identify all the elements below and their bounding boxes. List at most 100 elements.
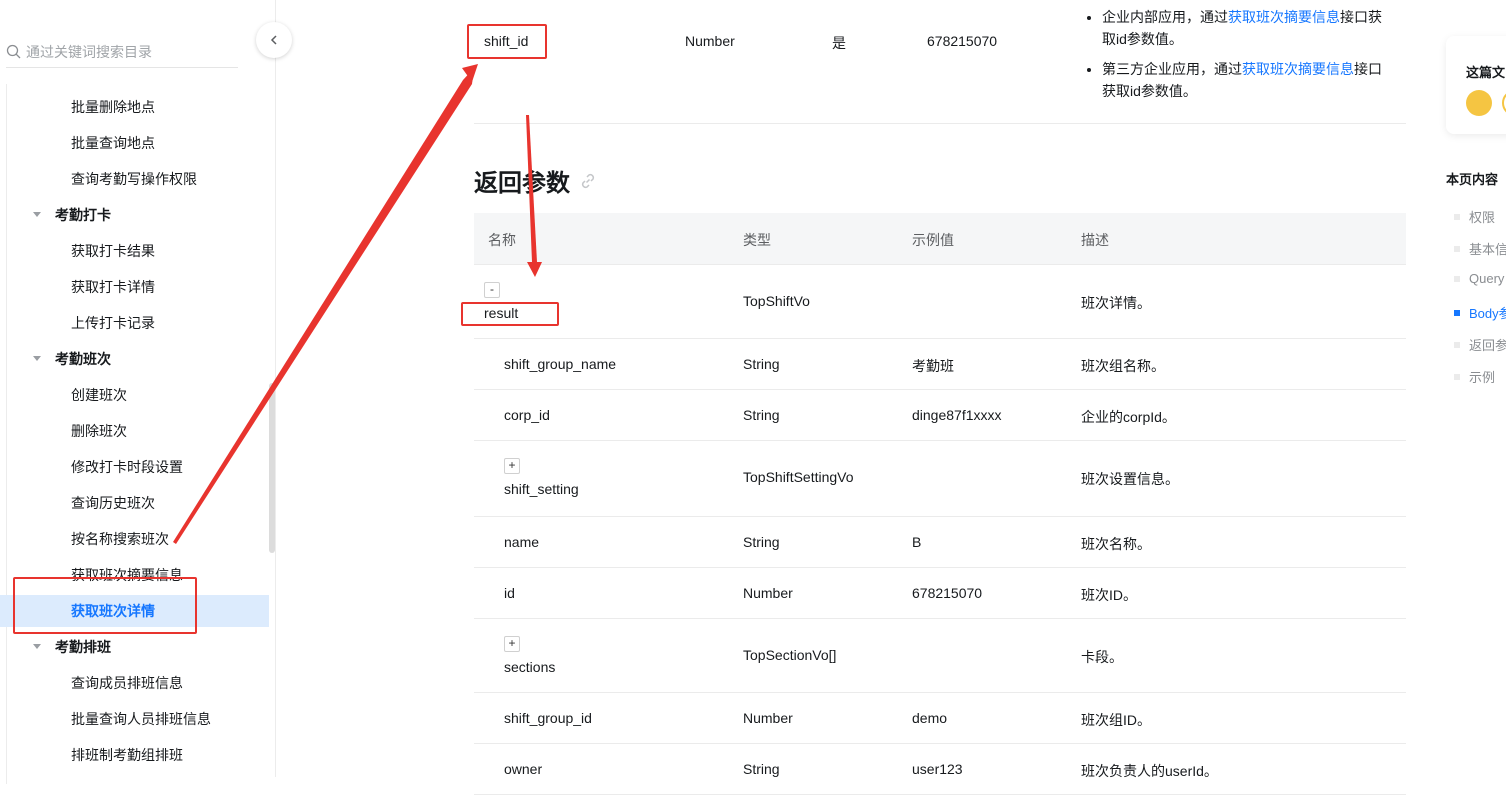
table-row: id Number 678215070 班次ID。 (474, 568, 1406, 619)
param-name: shift_id (484, 33, 529, 49)
param-name: corp_id (504, 407, 550, 423)
link-icon[interactable] (578, 171, 598, 191)
table-row: + sections TopSectionVo[] 卡段。 (474, 619, 1406, 693)
param-type: String (743, 534, 780, 550)
table-row: owner String user123 班次负责人的userId。 (474, 744, 1406, 795)
search-input[interactable] (26, 43, 226, 60)
collapse-sidebar-button[interactable] (256, 22, 292, 58)
sidebar-item[interactable]: 获取班次摘要信息 (0, 559, 269, 591)
sidebar-scrollbar[interactable] (269, 383, 275, 553)
table-row: name String B 班次名称。 (474, 517, 1406, 568)
sidebar-item[interactable]: 批量查询人员排班信息 (0, 703, 269, 735)
sidebar-item-label: 查询历史班次 (71, 495, 155, 511)
shift-summary-link[interactable]: 获取班次摘要信息 (1242, 61, 1354, 77)
param-description: 班次详情。 (1081, 295, 1151, 311)
sidebar-item[interactable]: 查询考勤写操作权限 (0, 163, 269, 195)
sidebar-item-label: 考勤排班 (55, 639, 111, 655)
param-description: 班次ID。 (1081, 587, 1137, 603)
sidebar-item-label: 获取打卡结果 (71, 243, 155, 259)
caret-down-icon[interactable] (33, 356, 41, 361)
toc-item-label: Query (1469, 271, 1505, 286)
param-example: demo (912, 710, 948, 726)
param-name: shift_group_name (504, 356, 617, 372)
param-type: String (743, 761, 780, 777)
toc-item-label: 示例 (1469, 370, 1496, 385)
sidebar-item[interactable]: 查询成员排班信息 (0, 667, 269, 699)
caret-down-icon[interactable] (33, 212, 41, 217)
toc-item[interactable]: 基本信 (1454, 239, 1506, 258)
sidebar-item[interactable]: 排班制考勤组排班 (0, 739, 269, 771)
param-name: shift_setting (504, 481, 579, 497)
sidebar-item[interactable]: 批量查询地点 (0, 127, 269, 159)
param-name: sections (504, 659, 556, 675)
sidebar-item[interactable]: 修改打卡时段设置 (0, 451, 269, 483)
toc-item[interactable]: 权限 (1454, 207, 1495, 226)
param-description: 班次设置信息。 (1081, 471, 1179, 487)
expand-toggle[interactable]: + (504, 458, 520, 474)
param-name: shift_group_id (504, 710, 592, 726)
feedback-title: 这篇文 (1466, 65, 1506, 80)
param-description: 班次负责人的userId。 (1081, 763, 1218, 779)
sidebar-item[interactable]: 删除班次 (0, 415, 269, 447)
toc-marker-icon (1454, 341, 1460, 348)
toc-marker-icon (1454, 275, 1460, 282)
table-row: shift_group_id Number demo 班次组ID。 (474, 693, 1406, 744)
param-type: Number (743, 585, 793, 601)
smile-emoji-icon[interactable] (1502, 90, 1506, 116)
table-row: + shift_setting TopShiftSettingVo 班次设置信息。 (474, 441, 1406, 517)
frown-emoji-icon[interactable] (1466, 90, 1492, 116)
request-param-row: shift_id Number 是 678215070 企业内部应用，通过获取班… (474, 0, 1406, 124)
sidebar-item[interactable]: 获取班次详情 (0, 595, 269, 627)
param-description: 班次组名称。 (1081, 358, 1165, 374)
search-box[interactable] (6, 36, 238, 68)
sidebar-item[interactable]: 按名称搜索班次 (0, 523, 269, 555)
param-example: dinge87f1xxxx (912, 407, 1002, 423)
toc-marker-icon (1454, 245, 1460, 252)
param-description: 企业内部应用，通过获取班次摘要信息接口获取id参数值。 第三方企业应用，通过获取… (1084, 6, 1394, 110)
toc-item[interactable]: Body参 (1454, 303, 1506, 322)
sidebar-item-label: 考勤班次 (55, 351, 111, 367)
toc-item-label: Body参 (1469, 306, 1506, 321)
sidebar-item-label: 考勤打卡 (55, 207, 111, 223)
sidebar-item-label: 查询成员排班信息 (71, 675, 183, 691)
sidebar-item-label: 查询考勤写操作权限 (71, 171, 197, 187)
sidebar: 批量删除地点批量查询地点查询考勤写操作权限考勤打卡获取打卡结果获取打卡详情上传打… (0, 0, 276, 784)
caret-down-icon[interactable] (33, 644, 41, 649)
table-row: shift_group_name String 考勤班 班次组名称。 (474, 339, 1406, 390)
desc-item: 第三方企业应用，通过获取班次摘要信息接口获取id参数值。 (1102, 58, 1394, 102)
col-example-header: 示例值 (912, 232, 954, 248)
param-description: 班次名称。 (1081, 536, 1151, 552)
return-params-heading: 返回参数 (474, 163, 598, 198)
sidebar-item[interactable]: 批量删除地点 (0, 91, 269, 123)
param-type: String (743, 407, 780, 423)
sidebar-group[interactable]: 考勤打卡 (0, 199, 269, 231)
toc-item[interactable]: Query (1454, 271, 1504, 286)
param-type: TopSectionVo[] (743, 647, 837, 663)
sidebar-item[interactable]: 创建班次 (0, 379, 269, 411)
param-description: 班次组ID。 (1081, 712, 1151, 728)
param-name: owner (504, 761, 543, 777)
param-type: Number (685, 33, 735, 49)
desc-text: 第三方企业应用，通过 (1102, 61, 1242, 77)
collapse-toggle[interactable]: - (484, 282, 500, 298)
param-name: id (504, 585, 515, 601)
sidebar-item[interactable]: 上传打卡记录 (0, 307, 269, 339)
table-row: corp_id String dinge87f1xxxx 企业的corpId。 (474, 390, 1406, 441)
sidebar-item[interactable]: 获取打卡详情 (0, 271, 269, 303)
expand-toggle[interactable]: + (504, 636, 520, 652)
sidebar-item[interactable]: 获取打卡结果 (0, 235, 269, 267)
sidebar-group[interactable]: 考勤班次 (0, 343, 269, 375)
param-example: B (912, 534, 922, 550)
shift-summary-link[interactable]: 获取班次摘要信息 (1228, 9, 1340, 25)
sidebar-group[interactable]: 考勤排班 (0, 631, 269, 663)
toc-marker-icon (1454, 373, 1460, 380)
feedback-card: 这篇文 (1446, 36, 1506, 134)
param-example: 678215070 (912, 585, 983, 601)
toc-item[interactable]: 返回参 (1454, 335, 1506, 354)
table-row: - result TopShiftVo 班次详情。 (474, 265, 1406, 339)
toc-item[interactable]: 示例 (1454, 367, 1495, 386)
chevron-left-icon (270, 35, 277, 45)
sidebar-item[interactable]: 查询历史班次 (0, 487, 269, 519)
sidebar-item-label: 创建班次 (71, 387, 127, 403)
toc-marker-icon (1454, 309, 1460, 316)
